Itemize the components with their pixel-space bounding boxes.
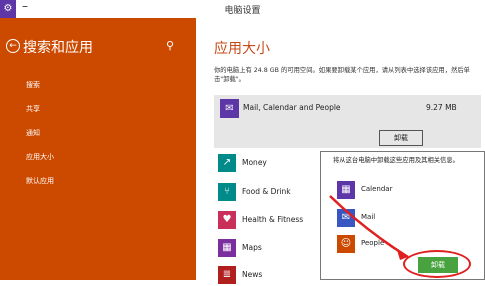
annotation-arrow-icon — [329, 195, 409, 260]
confirm-uninstall-button[interactable]: 卸载 — [418, 257, 458, 273]
